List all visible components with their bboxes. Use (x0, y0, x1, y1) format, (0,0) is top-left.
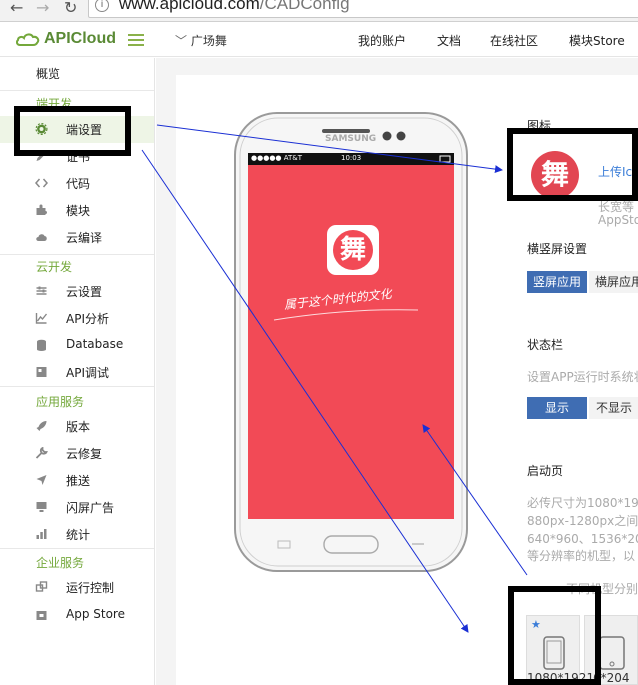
sidebar-item-code[interactable]: 代码 (0, 170, 154, 197)
sidebar-item-label: 云设置 (66, 285, 103, 299)
phone-preview (234, 112, 468, 572)
sidebar-item-cloud-fix[interactable]: 云修复 (0, 440, 154, 467)
forward-icon[interactable]: → (36, 0, 49, 18)
callout-box-icon (507, 128, 638, 201)
database-icon (37, 339, 46, 351)
launch-desc-line3: 640*960、1536*204 (527, 532, 638, 546)
project-name: 广场舞 (190, 34, 227, 48)
address-bar[interactable]: i www.apicloud.com/CADConfig (88, 0, 638, 18)
monitor-icon (36, 502, 47, 512)
app-icon: 舞 (327, 225, 379, 275)
divider (0, 548, 154, 549)
phone-time: 10:03 (341, 154, 362, 162)
nav-docs[interactable]: 文档 (437, 32, 461, 49)
code-icon (35, 178, 48, 188)
phone-carrier: ●●●●● AT&T (251, 154, 303, 162)
sidebar-item-cloud-settings[interactable]: 云设置 (0, 278, 154, 305)
nav-my-account[interactable]: 我的账户 (358, 32, 406, 49)
bar-chart-icon (36, 529, 47, 539)
sidebar-item-statistics[interactable]: 统计 (0, 521, 154, 548)
sidebar-item-label: 概览 (36, 67, 61, 81)
sidebar-item-label: 运行控制 (66, 581, 115, 595)
launch-desc-line1: 必传尺寸为1080*192 (527, 496, 638, 510)
launch-desc-line2: 880px-1280px之间 (527, 514, 638, 528)
sidebar-item-label: 推送 (66, 474, 91, 488)
info-icon[interactable]: i (95, 0, 109, 12)
sidebar-item-label: 代码 (66, 177, 91, 191)
sidebar-item-cloud-compile[interactable]: 云编译 (0, 224, 154, 251)
app-icon-glyph: 舞 (333, 230, 373, 270)
line-chart-icon (35, 313, 48, 324)
nav-module-store[interactable]: 模块Store (569, 32, 625, 49)
section-title-cloud-dev: 云开发 (36, 260, 73, 274)
send-icon (36, 475, 47, 485)
sidebar-item-label: 云编译 (66, 231, 103, 245)
sidebar-item-label: App Store (66, 607, 125, 621)
debug-icon (36, 367, 47, 377)
sidebar-item-label: Database (66, 337, 124, 351)
sidebar-item-label: API分析 (66, 312, 109, 326)
windows-icon (35, 581, 48, 592)
sidebar-item-label: 云修复 (66, 447, 103, 461)
project-selector[interactable]: ﹀ 广场舞 (175, 32, 227, 49)
brand-name: APICloud (44, 30, 116, 47)
sidebar-item-label: 统计 (66, 528, 91, 542)
phone-brand: SAMSUNG (325, 134, 377, 144)
url-host: www.apicloud.com (119, 0, 260, 13)
sidebar-item-database[interactable]: Database (0, 332, 154, 359)
url-path: /CADConfig (259, 0, 350, 13)
menu-icon[interactable] (128, 34, 144, 46)
reload-icon[interactable]: ↻ (64, 0, 77, 18)
sidebar-item-push[interactable]: 推送 (0, 467, 154, 494)
puzzle-icon (36, 204, 47, 215)
statusbar-desc: 设置APP运行时系统状 (527, 370, 638, 384)
sidebar-item-label: 版本 (66, 420, 91, 434)
sidebar-item-modules[interactable]: 模块 (0, 197, 154, 224)
nav-community[interactable]: 在线社区 (490, 32, 538, 49)
app-header: APICloud ﹀ 广场舞 我的账户 文档 在线社区 模块Store (0, 23, 638, 57)
callout-box-sidebar (14, 106, 131, 156)
launch-section-title: 启动页 (527, 464, 564, 478)
sidebar-item-label: API调试 (66, 366, 109, 380)
apicloud-logo[interactable]: APICloud (16, 30, 146, 52)
section-title-app-services: 应用服务 (36, 395, 85, 409)
hide-statusbar-button[interactable]: 不显示 (589, 397, 638, 419)
portrait-app-button[interactable]: 竖屏应用 (527, 271, 587, 293)
icon-hint-store: AppSto (598, 213, 638, 227)
chevron-down-icon: ﹀ (175, 34, 191, 48)
sidebar-item-label: 闪屏广告 (66, 501, 115, 515)
wrench-icon (35, 447, 48, 459)
callout-box-launch (508, 586, 601, 685)
launch-desc-line4: 等分辨率的机型，以 (527, 549, 636, 563)
divider (0, 254, 154, 255)
store-icon (36, 611, 47, 620)
divider (0, 386, 154, 387)
sidebar-item-app-store[interactable]: App Store (0, 602, 154, 629)
show-statusbar-button[interactable]: 显示 (527, 397, 587, 419)
section-title-enterprise: 企业服务 (36, 556, 85, 570)
sidebar-item-versions[interactable]: 版本 (0, 413, 154, 440)
landscape-app-button[interactable]: 横屏应用 (589, 271, 638, 293)
sidebar-item-api-analytics[interactable]: API分析 (0, 305, 154, 332)
browser-toolbar: ← → ↻ i www.apicloud.com/CADConfig (0, 0, 638, 22)
back-icon[interactable]: ← (10, 0, 23, 18)
rocket-icon (36, 421, 47, 431)
statusbar-section-title: 状态栏 (527, 338, 564, 352)
cloud-logo-icon (16, 33, 40, 46)
sliders-icon (36, 286, 47, 295)
sidebar-item-run-control[interactable]: 运行控制 (0, 574, 154, 601)
tablet-icon (599, 636, 625, 670)
cloud-icon (36, 234, 47, 241)
url-text: www.apicloud.com/CADConfig (119, 0, 350, 14)
sidebar-item-splash-ads[interactable]: 闪屏广告 (0, 494, 154, 521)
divider (0, 90, 154, 91)
orientation-section-title: 横竖屏设置 (527, 242, 588, 256)
sidebar-item-api-debug[interactable]: API调试 (0, 359, 154, 386)
sidebar-item-overview[interactable]: 概览 (0, 60, 154, 87)
sidebar-item-label: 模块 (66, 204, 91, 218)
